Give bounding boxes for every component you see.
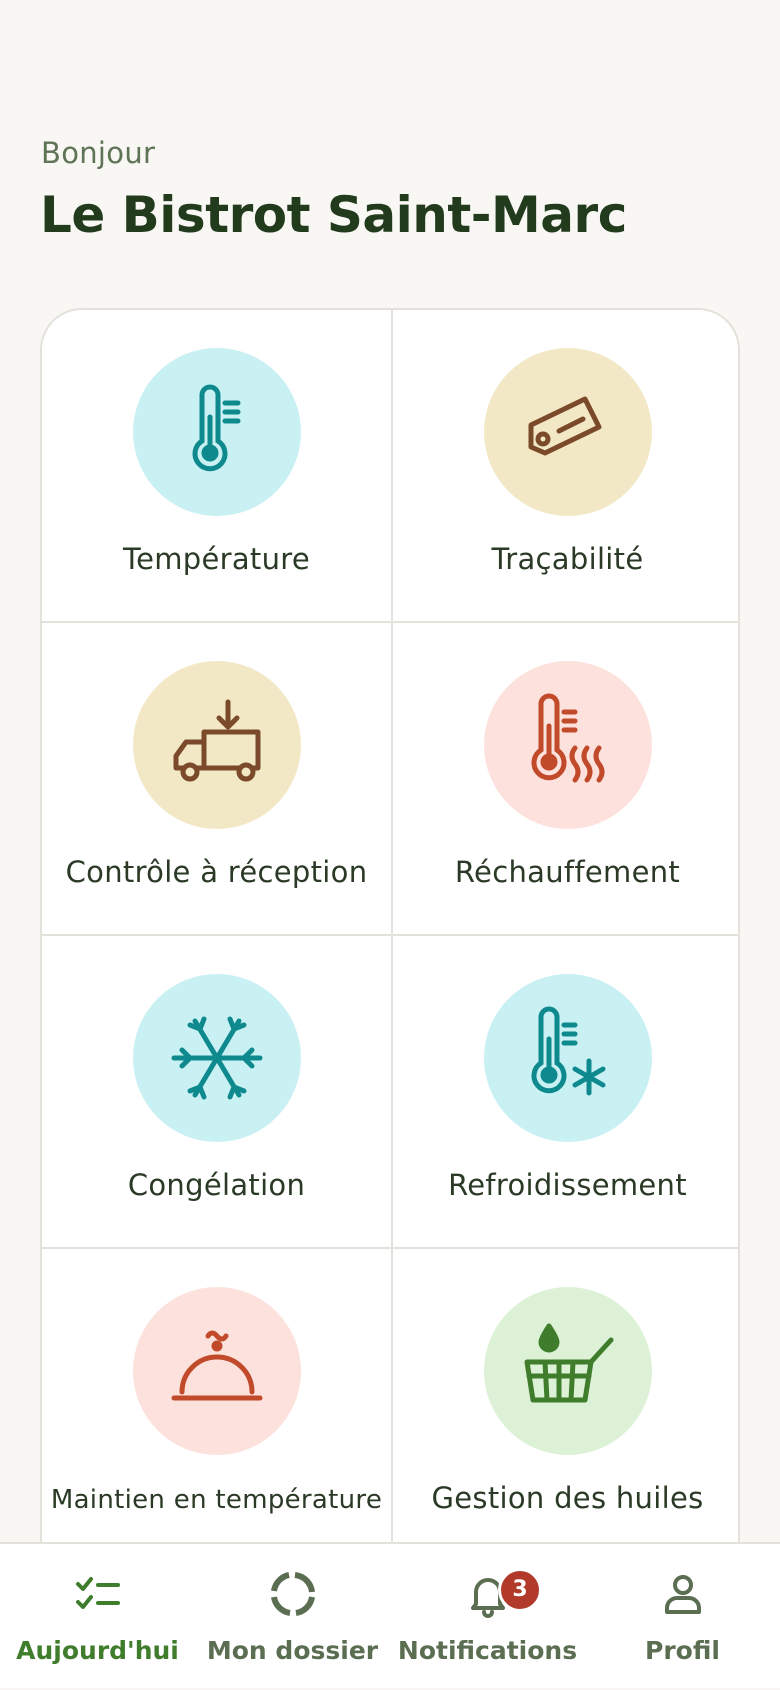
notification-badge: 3 <box>498 1568 542 1612</box>
tile-temperature[interactable]: Température <box>42 310 391 623</box>
tile-rechauffement[interactable]: Réchauffement <box>393 623 738 936</box>
tile-tracabilite[interactable]: Traçabilité <box>393 310 738 623</box>
tile-label: Gestion des huiles <box>431 1481 704 1515</box>
person-icon <box>664 1575 701 1614</box>
action-grid: Température Traçabilité Contrôle à récep… <box>40 308 740 1608</box>
tile-congelation[interactable]: Congélation <box>42 936 391 1249</box>
tile-icon-circle <box>132 348 301 516</box>
tile-icon-circle <box>483 1287 652 1455</box>
tile-label: Traçabilité <box>491 542 644 576</box>
tile-icon-circle <box>483 348 652 516</box>
tab-label: Mon dossier <box>206 1636 379 1665</box>
greeting: Bonjour <box>41 136 156 170</box>
tab-label: Aujourd'hui <box>16 1636 179 1665</box>
tile-icon-circle <box>483 661 652 829</box>
tile-icon-circle <box>132 1287 301 1455</box>
tile-refroidissement[interactable]: Refroidissement <box>393 936 738 1249</box>
page-title: Le Bistrot Saint-Marc <box>40 186 627 244</box>
cooling-thermometer-icon <box>531 1006 605 1096</box>
reheat-thermometer-icon <box>531 693 604 783</box>
snowflake-icon <box>171 1016 262 1100</box>
delivery-truck-icon <box>173 699 260 782</box>
tab-label: Profil <box>645 1636 720 1665</box>
tab-notifications[interactable]: 3 Notifications <box>390 1544 585 1690</box>
tag-icon <box>528 396 601 456</box>
tile-maintien-temperature[interactable]: Maintien en température <box>42 1249 391 1562</box>
tile-icon-circle <box>483 974 652 1142</box>
bottom-tab-bar: Aujourd'hui Mon dossier 3 Notifications … <box>0 1542 780 1688</box>
tile-label: Contrôle à réception <box>65 855 368 889</box>
tile-gestion-huiles[interactable]: Gestion des huiles <box>393 1249 738 1562</box>
tile-icon-circle <box>132 661 301 829</box>
tile-label: Maintien en température <box>50 1485 383 1515</box>
thermometer-icon <box>192 384 240 472</box>
tab-label: Notifications <box>397 1636 578 1665</box>
tile-label: Température <box>123 542 310 576</box>
tile-controle-reception[interactable]: Contrôle à réception <box>42 623 391 936</box>
tile-label: Réchauffement <box>454 855 681 889</box>
progress-ring-icon <box>270 1572 315 1616</box>
tab-mon-dossier[interactable]: Mon dossier <box>195 1544 390 1690</box>
checklist-icon <box>75 1577 120 1609</box>
tile-label: Refroidissement <box>448 1168 687 1202</box>
fryer-basket-icon <box>524 1323 613 1403</box>
cloche-icon <box>171 1330 262 1401</box>
tile-label: Congélation <box>127 1168 306 1202</box>
tab-aujourdhui[interactable]: Aujourd'hui <box>0 1544 195 1690</box>
tab-profil[interactable]: Profil <box>585 1544 780 1690</box>
tile-icon-circle <box>132 974 301 1142</box>
